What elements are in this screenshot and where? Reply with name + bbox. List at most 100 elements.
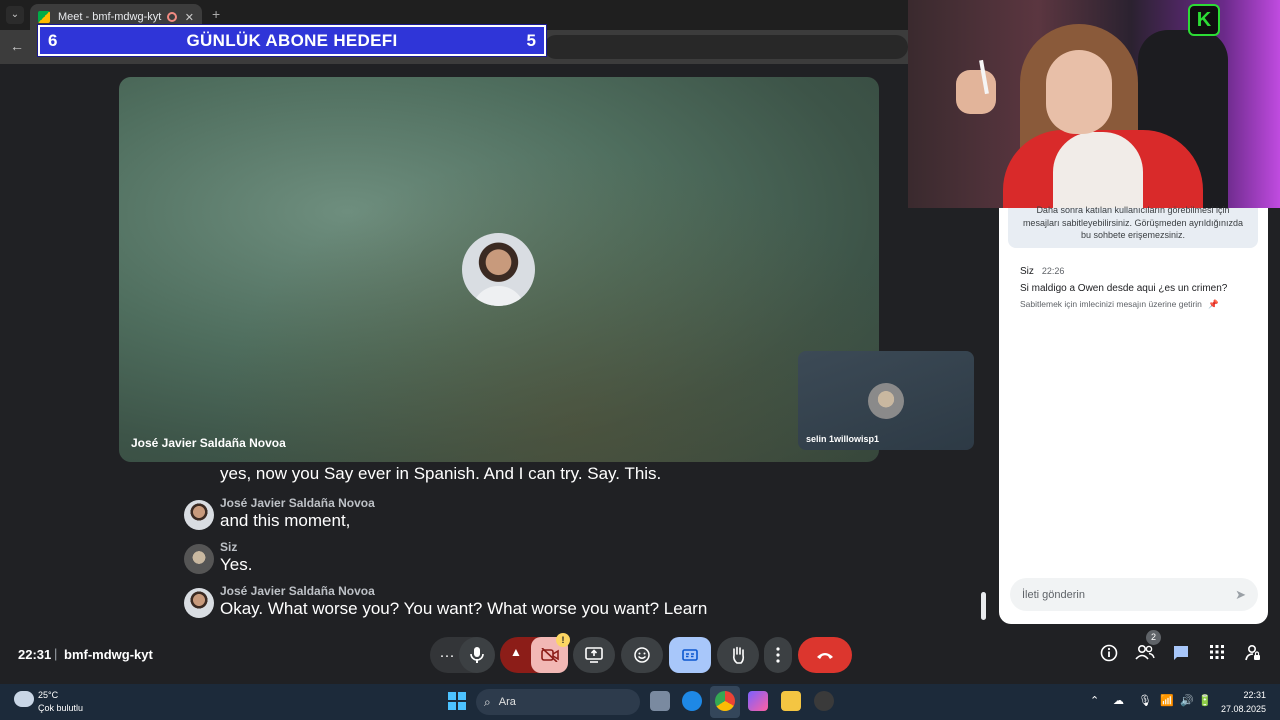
chat-message-header: Siz 22:26 — [1020, 266, 1064, 277]
copilot-icon[interactable] — [748, 691, 768, 711]
caption-speaker: José Javier Saldaña Novoa — [220, 496, 375, 510]
windows-taskbar — [0, 684, 1280, 720]
captions-panel: yes, now you Say ever in Spanish. And I … — [184, 460, 884, 625]
weather-temperature[interactable]: 25°C — [38, 690, 58, 700]
chat-message-sender: Siz — [1020, 266, 1034, 277]
meet-favicon-icon — [38, 11, 50, 23]
meeting-details-button[interactable] — [1098, 644, 1120, 666]
meeting-clock: 22:31 — [18, 647, 52, 662]
taskbar-search-label: Ara — [498, 696, 516, 708]
camera-warning-badge: ! — [556, 633, 570, 647]
microphone-tray-icon[interactable]: 🎙 — [1138, 694, 1152, 707]
closed-captions-icon — [682, 649, 698, 661]
windows-start-icon[interactable] — [448, 692, 466, 710]
onedrive-icon[interactable]: ☁ — [1113, 694, 1124, 707]
goal-title: GÜNLÜK ABONE HEDEFI — [186, 30, 398, 50]
caption-row: José Javier Saldaña Novoa and this momen… — [184, 496, 884, 540]
info-icon — [1100, 644, 1118, 662]
chat-info-line: mesajları sabitleyebilirsiniz. Görüşmede… — [1022, 218, 1244, 228]
host-controls-button[interactable] — [1242, 644, 1264, 666]
avatar — [184, 544, 214, 574]
self-avatar — [868, 383, 904, 419]
self-name: selin 1willowisp1 — [806, 434, 880, 444]
chat-message-text[interactable]: Si maldigo a Owen desde aqui ¿es un crim… — [1020, 283, 1227, 294]
chat-panel: Daha sonra katılan kullanıcıların görebi… — [999, 205, 1268, 624]
weather-cloud-icon[interactable] — [14, 691, 34, 707]
volume-icon[interactable]: 🔊 — [1180, 694, 1194, 707]
file-explorer-icon[interactable] — [781, 691, 801, 711]
streamer-webcam: K — [908, 0, 1280, 208]
end-call-icon — [817, 653, 833, 659]
avatar — [184, 588, 214, 618]
emoji-button[interactable] — [621, 637, 663, 673]
chat-icon — [1174, 646, 1188, 660]
taskbar-clock-date[interactable]: 27.08.2025 — [1218, 704, 1266, 714]
edge-icon[interactable] — [682, 691, 702, 711]
present-button[interactable] — [573, 637, 615, 673]
captions-button[interactable] — [669, 637, 711, 673]
pin-icon: 📌 — [1208, 299, 1219, 309]
chat-message-input[interactable]: İleti gönderin ➤ — [1010, 578, 1258, 611]
participant-avatar — [462, 233, 535, 306]
tab-close-button[interactable]: ✕ — [185, 11, 194, 24]
captions-scrollbar[interactable] — [981, 592, 986, 620]
back-button[interactable]: ← — [10, 38, 24, 54]
taskbar-search[interactable]: ⌕ Ara — [476, 689, 640, 715]
emoji-icon — [634, 647, 650, 663]
streamer-face — [1046, 50, 1112, 134]
camera-off-icon — [540, 648, 559, 662]
more-options-button[interactable] — [764, 637, 792, 673]
task-view-icon[interactable] — [650, 691, 670, 711]
avatar — [184, 500, 214, 530]
chat-info-line: Daha sonra katılan kullanıcıların görebi… — [1036, 205, 1230, 215]
send-icon[interactable]: ➤ — [1235, 587, 1246, 603]
goal-target-count: 5 — [526, 30, 536, 50]
more-dots: ··· — [439, 646, 455, 664]
new-tab-button[interactable]: + — [212, 6, 220, 22]
raise-hand-button[interactable] — [717, 637, 759, 673]
taskbar-clock-time[interactable]: 22:31 — [1238, 690, 1266, 700]
camera-options-chevron-icon[interactable]: ▲ — [510, 645, 522, 659]
search-icon: ⌕ — [484, 694, 491, 709]
main-participant-tile[interactable]: José Javier Saldaña Novoa — [119, 77, 879, 462]
people-icon — [1135, 644, 1155, 660]
caption-text: Yes. — [220, 555, 253, 574]
show-hidden-icons-icon[interactable]: ⌃ — [1090, 694, 1099, 707]
meeting-info-separator: | — [54, 646, 58, 661]
caption-text: and this moment, — [220, 511, 351, 530]
leave-call-button[interactable] — [798, 637, 852, 673]
screen: ⌄ Meet - bmf-mdwg-kyt ✕ + ← 6 GÜNLÜK ABO… — [0, 0, 1280, 720]
kick-logo-icon: K — [1188, 4, 1220, 36]
mic-button[interactable] — [459, 637, 495, 673]
apps-grid-icon — [1210, 645, 1224, 659]
mic-icon — [470, 647, 484, 663]
people-button[interactable] — [1134, 644, 1156, 666]
chat-button[interactable] — [1170, 644, 1192, 666]
wifi-icon[interactable]: 📶 — [1160, 694, 1174, 707]
weather-description[interactable]: Çok bulutlu — [38, 703, 83, 713]
chrome-icon[interactable] — [715, 691, 735, 711]
lock-person-icon — [1245, 644, 1260, 661]
pin-hint-text: Sabitlemek için imlecinizi mesajın üzeri… — [1020, 299, 1202, 309]
caption-speaker: Siz — [220, 540, 238, 554]
caption-text: Okay. What worse you? You want? What wor… — [220, 599, 708, 618]
caption-row: yes, now you Say ever in Spanish. And I … — [184, 460, 884, 496]
pin-hint: Sabitlemek için imlecinizi mesajın üzeri… — [1020, 299, 1219, 310]
tab-search-button[interactable]: ⌄ — [6, 6, 24, 24]
people-count-badge: 2 — [1146, 630, 1161, 645]
caption-row: Siz Yes. — [184, 540, 884, 584]
caption-speaker: José Javier Saldaña Novoa — [220, 584, 375, 598]
obs-icon[interactable] — [814, 691, 834, 711]
streamer-hand — [956, 70, 996, 114]
raise-hand-icon — [733, 646, 745, 664]
chat-info-notice: Daha sonra katılan kullanıcıların görebi… — [1008, 205, 1258, 248]
meeting-code: bmf-mdwg-kyt — [64, 647, 153, 662]
activities-button[interactable] — [1206, 644, 1228, 666]
more-vert-icon — [776, 647, 780, 663]
avatar-shirt — [472, 286, 525, 306]
caption-row: José Javier Saldaña Novoa Okay. What wor… — [184, 584, 884, 625]
subscriber-goal-banner: 6 GÜNLÜK ABONE HEDEFI 5 — [37, 24, 547, 57]
self-view-tile[interactable]: selin 1willowisp1 — [798, 351, 974, 450]
battery-icon[interactable]: 🔋 — [1198, 694, 1212, 707]
address-bar[interactable] — [544, 35, 908, 59]
